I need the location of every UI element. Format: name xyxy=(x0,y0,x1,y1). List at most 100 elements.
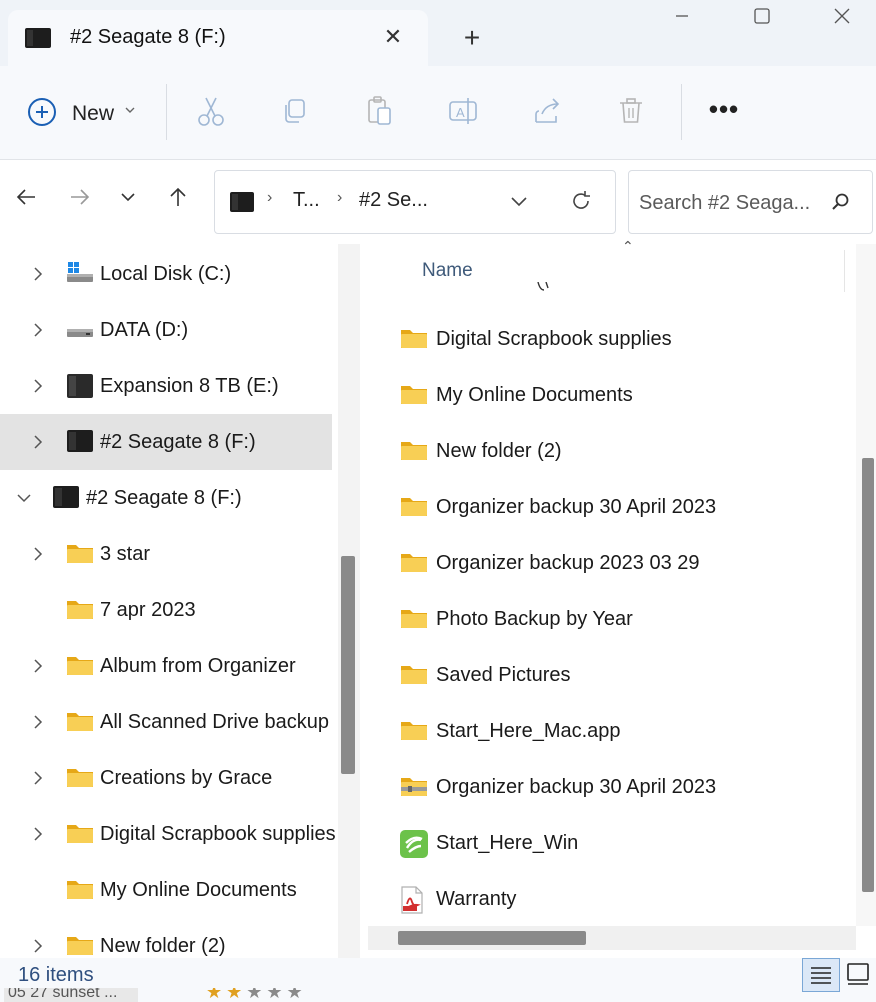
external-drive-icon xyxy=(66,429,94,458)
tab-close-button[interactable]: ✕ xyxy=(378,22,408,52)
maximize-button[interactable] xyxy=(742,6,782,36)
search-input[interactable] xyxy=(639,189,825,217)
chevron-right-icon[interactable] xyxy=(28,544,48,564)
external-drive-icon xyxy=(66,373,94,404)
search-icon[interactable] xyxy=(829,191,853,215)
search-box[interactable] xyxy=(628,170,873,234)
chevron-right-icon[interactable] xyxy=(28,656,48,676)
breadcrumb-item[interactable]: #2 Se... xyxy=(359,189,428,212)
chevron-right-icon[interactable] xyxy=(28,712,48,732)
minimize-button[interactable] xyxy=(662,6,702,36)
sidebar-item-local-disk[interactable]: Local Disk (C:) xyxy=(0,246,332,302)
folder-icon xyxy=(66,765,94,794)
file-row[interactable]: Photo Backup by Year xyxy=(368,592,846,648)
clipped-row-fragment xyxy=(510,282,550,296)
folder-icon xyxy=(400,550,428,579)
address-dropdown-button[interactable] xyxy=(507,189,537,219)
breadcrumb-separator: › xyxy=(267,189,273,206)
file-name: Organizer backup 30 April 2023 xyxy=(436,496,717,518)
up-button[interactable] xyxy=(162,186,194,220)
seagate-app-icon xyxy=(400,830,428,863)
chevron-right-icon[interactable] xyxy=(28,264,48,284)
file-row[interactable]: New folder (2) xyxy=(368,424,846,480)
breadcrumb-item[interactable]: T... xyxy=(293,189,320,212)
file-row[interactable]: Organizer backup 2023 03 29 xyxy=(368,536,846,592)
file-row[interactable]: Organizer backup 30 April 2023 xyxy=(368,480,846,536)
folder-icon xyxy=(66,709,94,738)
trash-icon xyxy=(620,98,642,123)
sidebar-item-label: Local Disk (C:) xyxy=(100,263,232,285)
sidebar-item-label: 7 apr 2023 xyxy=(100,599,196,621)
chevron-right-icon[interactable] xyxy=(28,432,48,452)
plus-circle-icon xyxy=(28,98,56,126)
sidebar-item-label: New folder (2) xyxy=(100,935,226,957)
new-button[interactable]: New xyxy=(24,94,154,134)
recent-locations-button[interactable] xyxy=(112,186,144,220)
sidebar-item-folder[interactable]: Creations by Grace xyxy=(0,750,332,806)
navigation-bar: › T... › #2 Se... xyxy=(0,160,876,244)
paste-button[interactable] xyxy=(362,94,402,134)
back-button[interactable] xyxy=(10,186,42,220)
chevron-right-icon[interactable] xyxy=(28,936,48,956)
file-list-vertical-scrollbar-thumb[interactable] xyxy=(862,458,874,892)
folder-icon xyxy=(66,933,94,958)
arrow-right-icon xyxy=(71,189,90,205)
tab-current[interactable]: #2 Seagate 8 (F:) ✕ xyxy=(8,10,428,66)
sidebar-item-label: 3 star xyxy=(100,543,151,565)
copy-button[interactable] xyxy=(278,94,318,134)
chevron-right-icon[interactable] xyxy=(28,824,48,844)
sidebar-item-folder[interactable]: 3 star xyxy=(0,526,332,582)
sidebar-item-label: Digital Scrapbook supplies xyxy=(100,823,336,845)
sidebar-item-folder[interactable]: Digital Scrapbook supplies xyxy=(0,806,336,862)
rename-icon: A xyxy=(449,98,477,124)
folder-icon xyxy=(66,653,94,682)
file-row[interactable]: Digital Scrapbook supplies xyxy=(368,312,846,368)
sidebar-item-seagate-drive-expanded[interactable]: #2 Seagate 8 (F:) xyxy=(0,470,332,526)
chevron-right-icon[interactable] xyxy=(28,376,48,396)
sidebar-item-folder[interactable]: 7 apr 2023 xyxy=(0,582,332,638)
sidebar-item-folder[interactable]: My Online Documents xyxy=(0,862,332,918)
column-header-name[interactable]: Name xyxy=(368,250,846,292)
sidebar-item-folder[interactable]: New folder (2) xyxy=(0,918,332,958)
sidebar-item-folder[interactable]: Album from Organizer xyxy=(0,638,332,694)
refresh-button[interactable] xyxy=(569,189,599,219)
share-button[interactable] xyxy=(530,94,570,134)
sidebar-item-data-drive[interactable]: DATA (D:) xyxy=(0,302,332,358)
folder-icon xyxy=(400,382,428,411)
file-list-horizontal-scrollbar-thumb[interactable] xyxy=(398,931,586,945)
file-row[interactable]: Saved Pictures xyxy=(368,648,846,704)
folder-icon xyxy=(400,606,428,635)
external-drive-icon xyxy=(229,191,255,218)
chevron-right-icon[interactable] xyxy=(28,320,48,340)
sidebar-item-folder[interactable]: All Scanned Drive backup xyxy=(0,694,332,750)
folder-icon xyxy=(400,662,428,691)
file-row[interactable]: Organizer backup 30 April 2023 xyxy=(368,760,846,816)
sidebar-scrollbar-thumb[interactable] xyxy=(341,556,355,774)
chevron-down-icon[interactable] xyxy=(14,488,34,508)
forward-button[interactable] xyxy=(64,186,96,220)
column-divider[interactable] xyxy=(844,250,845,292)
details-view-button[interactable] xyxy=(802,958,840,992)
file-row[interactable]: My Online Documents xyxy=(368,368,846,424)
file-row[interactable]: Warranty xyxy=(368,872,846,928)
new-tab-button[interactable]: + xyxy=(452,22,492,56)
sidebar-item-expansion-drive[interactable]: Expansion 8 TB (E:) xyxy=(0,358,332,414)
file-name: Warranty xyxy=(436,888,517,910)
file-name: My Online Documents xyxy=(436,384,633,406)
file-row[interactable]: Start_Here_Mac.app xyxy=(368,704,846,760)
file-name: Start_Here_Mac.app xyxy=(436,720,621,742)
cut-button[interactable] xyxy=(194,94,234,134)
file-name: Saved Pictures xyxy=(436,664,571,686)
chevron-right-icon[interactable] xyxy=(28,768,48,788)
delete-button[interactable] xyxy=(614,94,654,134)
file-name: New folder (2) xyxy=(436,440,562,462)
rename-button[interactable]: A xyxy=(446,94,486,134)
arrow-up-icon xyxy=(170,187,186,206)
sidebar-item-seagate-drive[interactable]: #2 Seagate 8 (F:) xyxy=(0,414,332,470)
file-row[interactable]: Start_Here_Win xyxy=(368,816,846,872)
more-options-button[interactable]: ••• xyxy=(704,94,744,134)
close-window-button[interactable] xyxy=(822,6,862,36)
address-bar[interactable]: › T... › #2 Se... xyxy=(214,170,616,234)
sidebar-item-label: All Scanned Drive backup xyxy=(100,711,330,733)
large-icons-view-button[interactable] xyxy=(844,960,874,990)
